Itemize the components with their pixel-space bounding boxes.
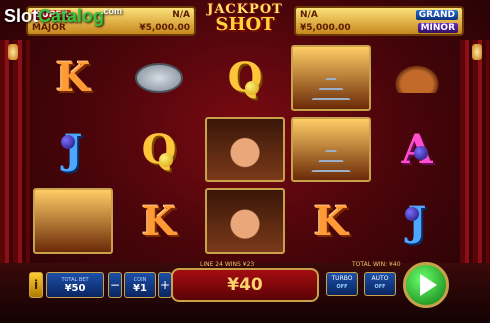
watermark-com: .com xyxy=(101,6,123,16)
reel-cell: A xyxy=(374,114,460,186)
lantern-icon xyxy=(8,44,18,60)
gem-icon xyxy=(413,145,428,160)
reel-cell xyxy=(116,42,202,114)
cowboy-icon xyxy=(205,116,285,183)
watermark-slot: Slot xyxy=(4,6,38,26)
jackpot-panel-right: N/A GRAND ¥5,000.00 MINOR xyxy=(294,6,464,36)
plum-icon xyxy=(404,206,419,221)
watermark-catalog: Catalog xyxy=(38,6,105,26)
mine-rail-icon xyxy=(291,45,371,111)
lemon-icon xyxy=(244,81,259,96)
reel-cell: J xyxy=(30,114,116,186)
symbol-k: K xyxy=(55,54,91,102)
reel-cell: K xyxy=(116,185,202,257)
lines-wins-text: LINE 24 WINS ¥23 xyxy=(200,261,255,268)
symbol-k: K xyxy=(141,197,177,245)
auto-state: OFF xyxy=(374,283,386,290)
reel-cell: K xyxy=(30,42,116,114)
mine-cart-icon xyxy=(33,188,113,254)
autoplay-button[interactable]: AUTO OFF xyxy=(364,272,396,296)
watermark: SlotCatalog .com xyxy=(4,6,122,27)
coin-value: ¥1 xyxy=(133,282,147,294)
curtain-left xyxy=(0,40,30,269)
reel-cell xyxy=(30,185,116,257)
total-bet-display[interactable]: TOTAL BET ¥50 xyxy=(46,272,104,298)
reel-cell xyxy=(288,42,374,114)
info-button[interactable]: i xyxy=(29,272,43,298)
reel-cell: K xyxy=(288,185,374,257)
reel-cell: J xyxy=(374,185,460,257)
logo-line2: SHOT xyxy=(215,14,275,35)
turbo-state: OFF xyxy=(336,283,348,290)
win-amount-display: ¥40 xyxy=(171,268,319,302)
coin-display: COIN ¥1 xyxy=(124,272,156,298)
reel-cell xyxy=(202,185,288,257)
plum-icon xyxy=(60,135,75,150)
play-icon xyxy=(420,274,437,296)
symbol-q: Q xyxy=(227,54,263,102)
reel-cell: Q xyxy=(116,114,202,186)
cowboy-hat-icon xyxy=(392,62,442,93)
jackpot-grand-label: GRAND xyxy=(415,10,458,20)
game-logo: JACKPOT SHOT xyxy=(203,2,287,44)
lemon-icon xyxy=(158,152,173,167)
jackpot-minor-label: MINOR xyxy=(417,23,458,33)
jackpot-minor-value: ¥5,000.00 xyxy=(300,23,351,33)
reel-grid: KQJQAKKJ xyxy=(30,42,460,257)
jackpot-major-value: ¥5,000.00 xyxy=(139,23,190,33)
jackpot-super-value: N/A xyxy=(172,10,190,20)
jackpot-grand-value: N/A xyxy=(300,10,318,20)
total-win-text: TOTAL WIN: ¥40 xyxy=(352,261,401,268)
symbol-q: Q xyxy=(141,125,177,173)
reel-cell xyxy=(202,114,288,186)
total-bet-value: ¥50 xyxy=(64,282,86,294)
symbol-j: J xyxy=(63,125,83,173)
cowboy-icon xyxy=(205,188,285,254)
lantern-icon xyxy=(472,44,482,60)
reel-cell xyxy=(288,114,374,186)
curtain-right xyxy=(460,40,490,269)
reel-cell: Q xyxy=(202,42,288,114)
coin-increase-button[interactable]: + xyxy=(158,272,172,298)
reel-cell xyxy=(374,42,460,114)
spin-button[interactable] xyxy=(403,262,449,308)
gold-pan-icon xyxy=(135,62,183,93)
turbo-button[interactable]: TURBO OFF xyxy=(326,272,358,296)
symbol-j: J xyxy=(407,197,427,245)
symbol-k: K xyxy=(313,197,349,245)
coin-decrease-button[interactable]: − xyxy=(108,272,122,298)
mine-rail-icon xyxy=(291,116,371,183)
